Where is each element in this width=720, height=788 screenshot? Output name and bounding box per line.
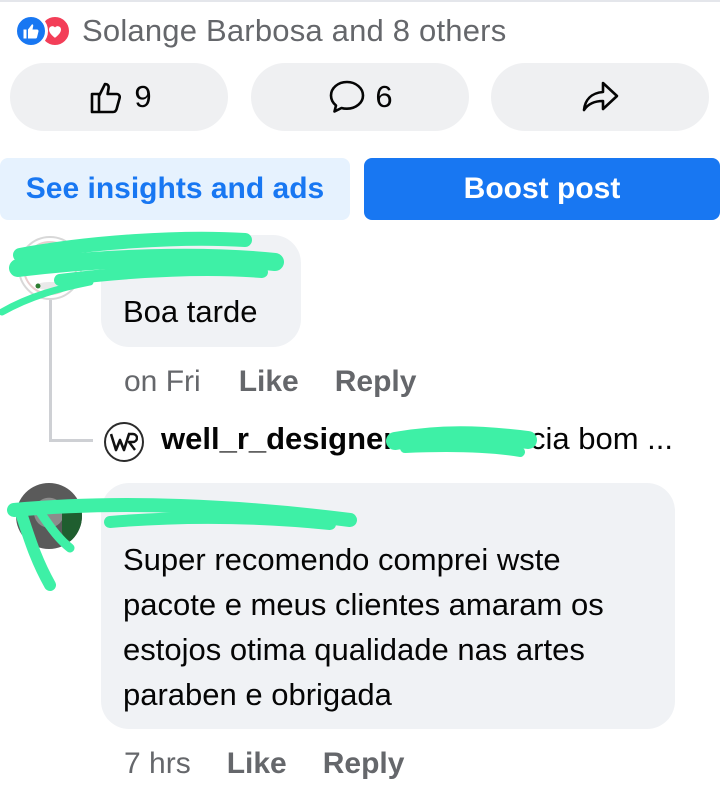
like-icon [14,14,48,48]
commenter-avatar[interactable] [18,236,82,300]
reply-preview[interactable]: well_r_designer cia bom ... [104,419,704,463]
avatar-logo-icon [23,241,77,295]
comment-icon [330,80,365,113]
comment-button[interactable]: 6 [251,63,469,131]
thread-line [49,300,52,442]
comment-like-link-2[interactable]: Like [227,747,287,781]
like-button[interactable]: 9 [10,63,228,131]
comment-reply-link[interactable]: Reply [335,365,417,399]
reply-author-name[interactable]: well_r_designer [161,421,395,457]
comment-reply-link-2[interactable]: Reply [323,747,405,781]
comment-bubble[interactable]: Boa tarde [101,235,301,347]
share-icon [582,81,619,112]
comment-bubble-2[interactable]: Super recomendo comprei wste pacote e me… [101,483,675,729]
reply-snippet: cia bom ... [530,421,673,456]
top-divider [0,0,720,2]
comment-like-link[interactable]: Like [239,365,299,399]
like-count: 9 [134,79,152,114]
comment-meta: on Fri Like Reply [124,362,416,402]
comment-count: 6 [375,79,393,114]
comment-meta-2: 7 hrs Like Reply [124,744,404,784]
see-insights-button[interactable]: See insights and ads [0,158,350,220]
thumbs-up-icon [91,82,122,114]
comment-line: paraben e obrigada [123,677,392,712]
comment-line: estojos otima qualidade nas artes [123,632,585,667]
share-button[interactable] [491,63,709,131]
comment-text-2: Super recomendo comprei wste pacote e me… [123,537,668,717]
commenter-avatar-2[interactable] [16,483,82,549]
reply-author-avatar [104,422,144,462]
reactions-summary[interactable]: Solange Barbosa and 8 others [14,10,506,52]
comment-line: Super recomendo comprei wste [123,542,561,577]
comment-line: pacote e meus clientes amaram os [123,587,604,622]
boost-post-button[interactable]: Boost post [364,158,720,220]
reaction-summary-text[interactable]: Solange Barbosa and 8 others [82,13,506,49]
thread-line-elbow [49,439,93,442]
comment-timestamp[interactable]: on Fri [124,365,201,399]
comment-timestamp-2[interactable]: 7 hrs [124,747,191,781]
comment-text: Boa tarde [123,294,258,329]
wr-logo-icon [110,432,138,452]
